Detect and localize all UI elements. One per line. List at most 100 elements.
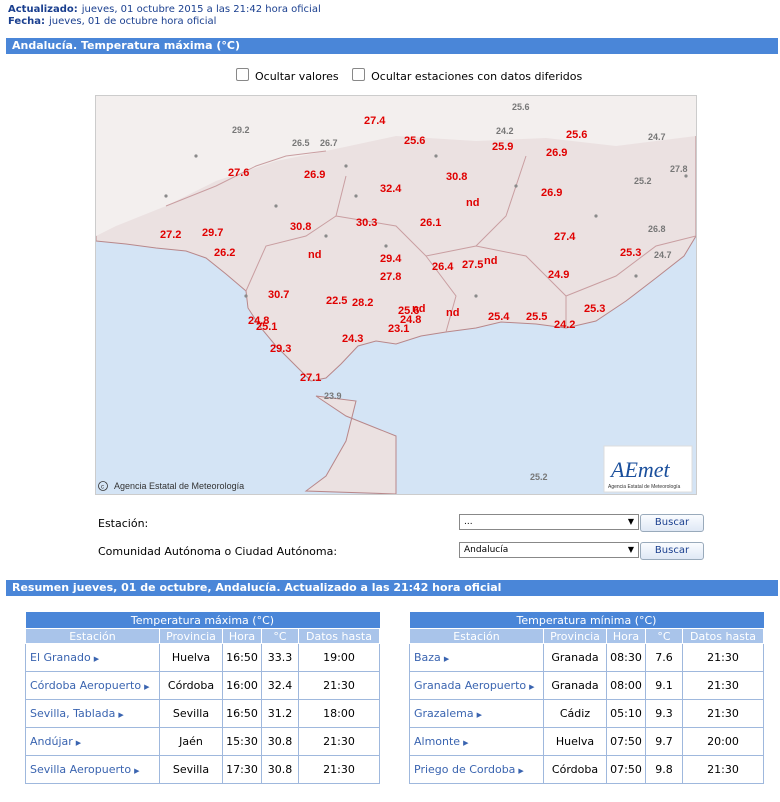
station-link[interactable]: Grazalema ▶ — [409, 699, 544, 728]
map-value: 30.7 — [268, 289, 289, 301]
temp-cell: 7.6 — [645, 643, 683, 672]
station-label: Estación: — [98, 517, 149, 530]
province-cell: Granada — [543, 643, 607, 672]
table-row: Baza ▶ Granada 08:30 7.6 21:30 — [409, 643, 764, 672]
max-temperature-table: Temperatura máxima (°C) Estación Provinc… — [25, 612, 380, 784]
until-cell: 21:30 — [682, 755, 764, 784]
map-value-delayed: 29.2 — [232, 125, 250, 135]
station-link[interactable]: Andújar ▶ — [25, 727, 160, 756]
station-link[interactable]: Sevilla Aeropuerto ▶ — [25, 755, 160, 784]
temp-cell: 31.2 — [261, 699, 299, 728]
caret-right-icon: ▶ — [518, 767, 524, 775]
station-search-button[interactable]: Buscar — [640, 514, 704, 532]
temp-cell: 9.3 — [645, 699, 683, 728]
updated-label: Actualizado: — [8, 4, 78, 15]
station-link[interactable]: Baza ▶ — [409, 643, 544, 672]
map-value-delayed: 26.8 — [648, 224, 666, 234]
until-cell: 19:00 — [298, 643, 380, 672]
temp-cell: 30.8 — [261, 727, 299, 756]
map-value: 30.3 — [356, 217, 377, 229]
map-value: 25.4 — [488, 311, 510, 323]
temperature-map[interactable]: 27.4 25.6 25.6 25.9 26.9 27.6 26.9 32.4 … — [95, 95, 697, 495]
map-value: 30.8 — [446, 171, 467, 183]
table-row: Almonte ▶ Huelva 07:50 9.7 20:00 — [409, 727, 764, 756]
until-cell: 21:30 — [682, 643, 764, 672]
community-search-button[interactable]: Buscar — [640, 542, 704, 560]
station-select[interactable]: ... ▼ — [459, 514, 639, 530]
province-cell: Jaén — [159, 727, 223, 756]
summary-title: Resumen jueves, 01 de octubre, Andalucía… — [6, 580, 778, 596]
updated-line: Actualizado: jueves, 01 octubre 2015 a la… — [8, 4, 321, 15]
time-cell: 07:50 — [606, 727, 646, 756]
map-value: 27.4 — [554, 231, 576, 243]
map-value: 23.1 — [388, 323, 409, 335]
station-link[interactable]: Córdoba Aeropuerto ▶ — [25, 671, 160, 700]
map-value: 26.9 — [546, 147, 567, 159]
time-cell: 07:50 — [606, 755, 646, 784]
temp-cell: 9.1 — [645, 671, 683, 700]
map-value: 24.2 — [554, 319, 575, 331]
map-value: nd — [466, 197, 479, 209]
map-value: nd — [446, 307, 459, 319]
logo-subtitle: Agencia Estatal de Meteorología — [608, 484, 680, 490]
until-cell: 21:30 — [298, 755, 380, 784]
date-label: Fecha: — [8, 16, 46, 27]
until-cell: 21:30 — [682, 671, 764, 700]
time-cell: 15:30 — [222, 727, 262, 756]
hide-values-label: Ocultar valores — [255, 70, 339, 83]
map-value-delayed: 25.6 — [512, 102, 530, 112]
max-table-title: Temperatura máxima (°C) — [25, 612, 380, 629]
caret-right-icon: ▶ — [476, 711, 482, 719]
until-cell: 18:00 — [298, 699, 380, 728]
until-cell: 21:30 — [682, 699, 764, 728]
map-value: 27.8 — [380, 271, 401, 283]
community-select[interactable]: Andalucía ▼ — [459, 542, 639, 558]
province-cell: Granada — [543, 671, 607, 700]
station-link[interactable]: Granada Aeropuerto ▶ — [409, 671, 544, 700]
map-value: 32.4 — [380, 183, 402, 195]
time-cell: 08:30 — [606, 643, 646, 672]
until-cell: 21:30 — [298, 727, 380, 756]
map-value: 26.9 — [541, 187, 562, 199]
caret-right-icon: ▶ — [75, 739, 82, 747]
temp-cell: 9.7 — [645, 727, 683, 756]
logo-text: AEmet — [609, 457, 671, 482]
map-value: 26.4 — [432, 261, 454, 273]
hide-delayed-option[interactable]: Ocultar estaciones con datos diferidos — [352, 68, 582, 83]
map-copyright: c Agencia Estatal de Meteorología — [98, 481, 244, 491]
hide-delayed-checkbox[interactable] — [352, 68, 366, 81]
col-datos-hasta: Datos hasta — [682, 628, 764, 644]
province-cell: Huelva — [543, 727, 607, 756]
province-cell: Córdoba — [543, 755, 607, 784]
caret-right-icon: ▶ — [93, 655, 100, 663]
col-provincia: Provincia — [159, 628, 223, 644]
updated-value: jueves, 01 octubre 2015 a las 21:42 hora… — [81, 4, 321, 15]
province-cell: Cádiz — [543, 699, 607, 728]
until-cell: 21:30 — [298, 671, 380, 700]
section-title: Andalucía. Temperatura máxima (°C) — [6, 38, 778, 54]
map-value: 27.5 — [462, 259, 483, 271]
map-value: 27.2 — [160, 229, 181, 241]
temp-cell: 30.8 — [261, 755, 299, 784]
province-cell: Sevilla — [159, 699, 223, 728]
time-cell: 16:50 — [222, 699, 262, 728]
table-row: Priego de Cordoba ▶ Córdoba 07:50 9.8 21:… — [409, 755, 764, 784]
station-link[interactable]: Almonte ▶ — [409, 727, 544, 756]
col-grados: °C — [261, 628, 299, 644]
hide-values-option[interactable]: Ocultar valores — [236, 68, 339, 83]
map-value: 25.6 — [404, 135, 425, 147]
province-cell: Huelva — [159, 643, 223, 672]
map-value: 24.9 — [548, 269, 569, 281]
hide-values-checkbox[interactable] — [236, 68, 249, 81]
col-estacion: Estación — [409, 628, 544, 644]
svg-text:c: c — [101, 485, 104, 491]
date-value: jueves, 01 de octubre hora oficial — [49, 16, 217, 27]
station-select-value: ... — [464, 517, 473, 527]
station-link[interactable]: Sevilla, Tablada ▶ — [25, 699, 160, 728]
map-value: 25.9 — [492, 141, 513, 153]
map-value: 26.9 — [304, 169, 325, 181]
station-link[interactable]: El Granado ▶ — [25, 643, 160, 672]
map-value: 26.2 — [214, 247, 235, 259]
station-link[interactable]: Priego de Cordoba ▶ — [409, 755, 544, 784]
map-value: 25.3 — [620, 247, 641, 259]
